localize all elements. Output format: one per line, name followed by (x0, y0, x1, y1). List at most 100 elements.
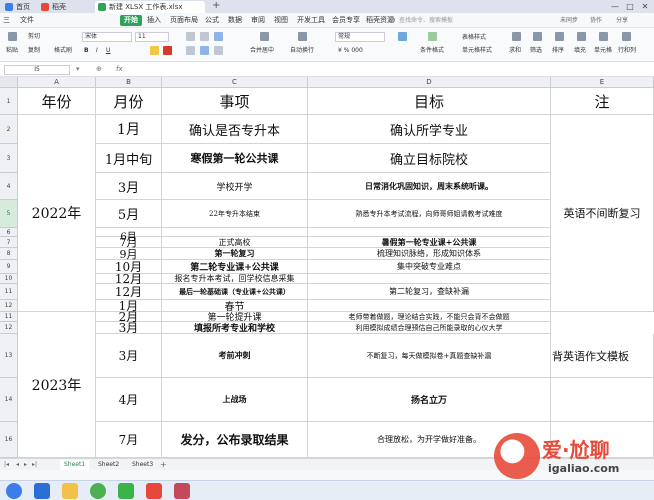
month-cell[interactable]: 7月 (96, 422, 162, 458)
goal-cell[interactable]: 确认所学专业 (308, 115, 551, 144)
row-header[interactable]: 8 (0, 248, 18, 260)
start-icon[interactable] (6, 483, 22, 499)
collaborate-button[interactable]: 协作 (590, 15, 602, 26)
bold-icon[interactable]: B (84, 46, 89, 55)
wps-icon[interactable] (146, 483, 162, 499)
zoom-formula-icon[interactable]: ⊕ (96, 65, 102, 73)
italic-icon[interactable]: I (96, 46, 98, 55)
column-header-b[interactable]: B (96, 77, 162, 88)
header-note[interactable]: 注 (551, 88, 654, 115)
month-cell[interactable]: 3月 (96, 334, 162, 378)
column-header-c[interactable]: C (162, 77, 308, 88)
fill-button[interactable]: 填充 (574, 46, 586, 55)
fill-icon[interactable] (577, 32, 586, 41)
fill-color-icon[interactable] (150, 46, 159, 55)
row-header[interactable]: 4 (0, 173, 18, 200)
sheet-tab-3[interactable]: Sheet3 (128, 460, 157, 470)
sheet-tab-2[interactable]: Sheet2 (94, 460, 123, 470)
sort-button[interactable]: 排序 (552, 46, 564, 55)
row-header[interactable]: 13 (0, 334, 18, 378)
sum-button[interactable]: 求和 (509, 46, 521, 55)
cut-button[interactable]: 剪切 (28, 32, 40, 41)
item-cell[interactable]: 22年专升本结束 (162, 200, 308, 228)
menu-home[interactable]: 开始 (120, 15, 142, 26)
goal-cell[interactable]: 利用模拟成绩合理预估自己所能录取的心仪大学 (308, 322, 551, 334)
add-sheet-icon[interactable]: + (160, 460, 167, 470)
rows-cols-button[interactable]: 行和列 (618, 46, 636, 55)
filter-button[interactable]: 筛选 (530, 46, 542, 55)
app-icon[interactable] (174, 483, 190, 499)
item-cell[interactable]: 第一轮复习 (162, 248, 308, 260)
goal-cell[interactable]: 确立目标院校 (308, 144, 551, 173)
menu-data[interactable]: 数据 (228, 15, 242, 26)
rows-cols-icon[interactable] (622, 32, 631, 41)
fx-icon[interactable]: fx (116, 65, 123, 73)
minimize-icon[interactable]: — (608, 0, 622, 13)
row-header[interactable]: 3 (0, 144, 18, 173)
month-cell[interactable]: 3月 (96, 321, 162, 335)
align-middle-icon[interactable] (200, 32, 209, 41)
note-cell[interactable] (551, 378, 654, 422)
header-item[interactable]: 事项 (162, 88, 308, 115)
wrap-icon[interactable] (298, 32, 307, 41)
row-header[interactable]: 7 (0, 237, 18, 248)
close-icon[interactable]: ✕ (638, 0, 652, 13)
month-cell[interactable]: 1月中旬 (96, 144, 162, 173)
goal-cell[interactable]: 第二轮复习，查缺补漏 (308, 284, 551, 300)
first-sheet-icon[interactable]: |◂ (4, 460, 9, 470)
goal-cell[interactable]: 不断复习，每天做模拟卷+真题查缺补漏 (308, 334, 551, 378)
row-header[interactable]: 2 (0, 115, 18, 144)
row-header[interactable]: 12 (0, 300, 18, 312)
hamburger-icon[interactable]: 三 (3, 15, 10, 26)
chevron-down-icon[interactable]: ▾ (76, 65, 80, 73)
year-2022-cell[interactable]: 2022年 (18, 115, 96, 312)
row-header[interactable]: 6 (0, 228, 18, 237)
select-all-corner[interactable] (0, 77, 18, 88)
goal-cell[interactable]: 暑假第一轮专业课+公共课 (308, 237, 551, 248)
sum-icon[interactable] (512, 32, 521, 41)
item-cell[interactable]: 寒假第一轮公共课 (162, 144, 308, 173)
ie-icon[interactable] (34, 483, 50, 499)
goal-cell[interactable]: 日常消化巩固知识，周末系统听课。 (308, 173, 551, 200)
menu-review[interactable]: 审阅 (251, 15, 265, 26)
type-convert-icon[interactable] (398, 32, 407, 41)
row-header[interactable]: 16 (0, 422, 18, 458)
year-2023-cell[interactable]: 2023年 (18, 312, 96, 458)
paste-button[interactable]: 粘贴 (6, 46, 18, 55)
item-cell[interactable]: 确认是否专升本 (162, 115, 308, 144)
menu-page-layout[interactable]: 页面布局 (170, 15, 198, 26)
row-header[interactable]: 10 (0, 274, 18, 284)
next-sheet-icon[interactable]: ▸ (24, 460, 27, 470)
goal-cell[interactable] (308, 300, 551, 312)
share-button[interactable]: 分享 (616, 15, 628, 26)
note-2022-cell[interactable]: 英语不间断复习 (551, 115, 654, 312)
item-cell[interactable]: 填报所考专业和学校 (162, 322, 308, 334)
sync-status[interactable]: 未同步 (560, 15, 578, 26)
conditional-format-icon[interactable] (428, 32, 437, 41)
name-box[interactable]: I5 (4, 65, 70, 75)
wrap-text-button[interactable]: 自动换行 (290, 46, 314, 55)
align-center-icon[interactable] (214, 32, 223, 41)
currency-icon[interactable]: ¥ % 000 (338, 46, 363, 55)
column-header-e[interactable]: E (551, 77, 654, 88)
conditional-format-button[interactable]: 条件格式 (420, 46, 444, 55)
menu-file[interactable]: 文件 (20, 15, 34, 26)
chrome-icon[interactable] (90, 483, 106, 499)
command-search[interactable]: 查找命令、搜索模板 (387, 15, 473, 26)
align-top-icon[interactable] (186, 32, 195, 41)
filter-icon[interactable] (533, 32, 542, 41)
align-center-h-icon[interactable] (200, 46, 209, 55)
item-cell[interactable]: 第二轮专业课+公共课 (162, 260, 308, 274)
row-header[interactable]: 11 (0, 312, 18, 322)
row-header[interactable]: 9 (0, 260, 18, 274)
menu-developer[interactable]: 开发工具 (297, 15, 325, 26)
row-header[interactable]: 1 (0, 88, 18, 115)
month-cell[interactable]: 5月 (96, 200, 162, 228)
maximize-icon[interactable]: □ (623, 0, 637, 13)
item-cell[interactable]: 上战场 (162, 378, 308, 422)
copy-button[interactable]: 复制 (28, 46, 40, 55)
cells-icon[interactable] (599, 32, 608, 41)
tab-home[interactable]: 首页 (2, 1, 36, 13)
item-cell[interactable]: 学校开学 (162, 173, 308, 200)
last-sheet-icon[interactable]: ▸| (32, 460, 37, 470)
